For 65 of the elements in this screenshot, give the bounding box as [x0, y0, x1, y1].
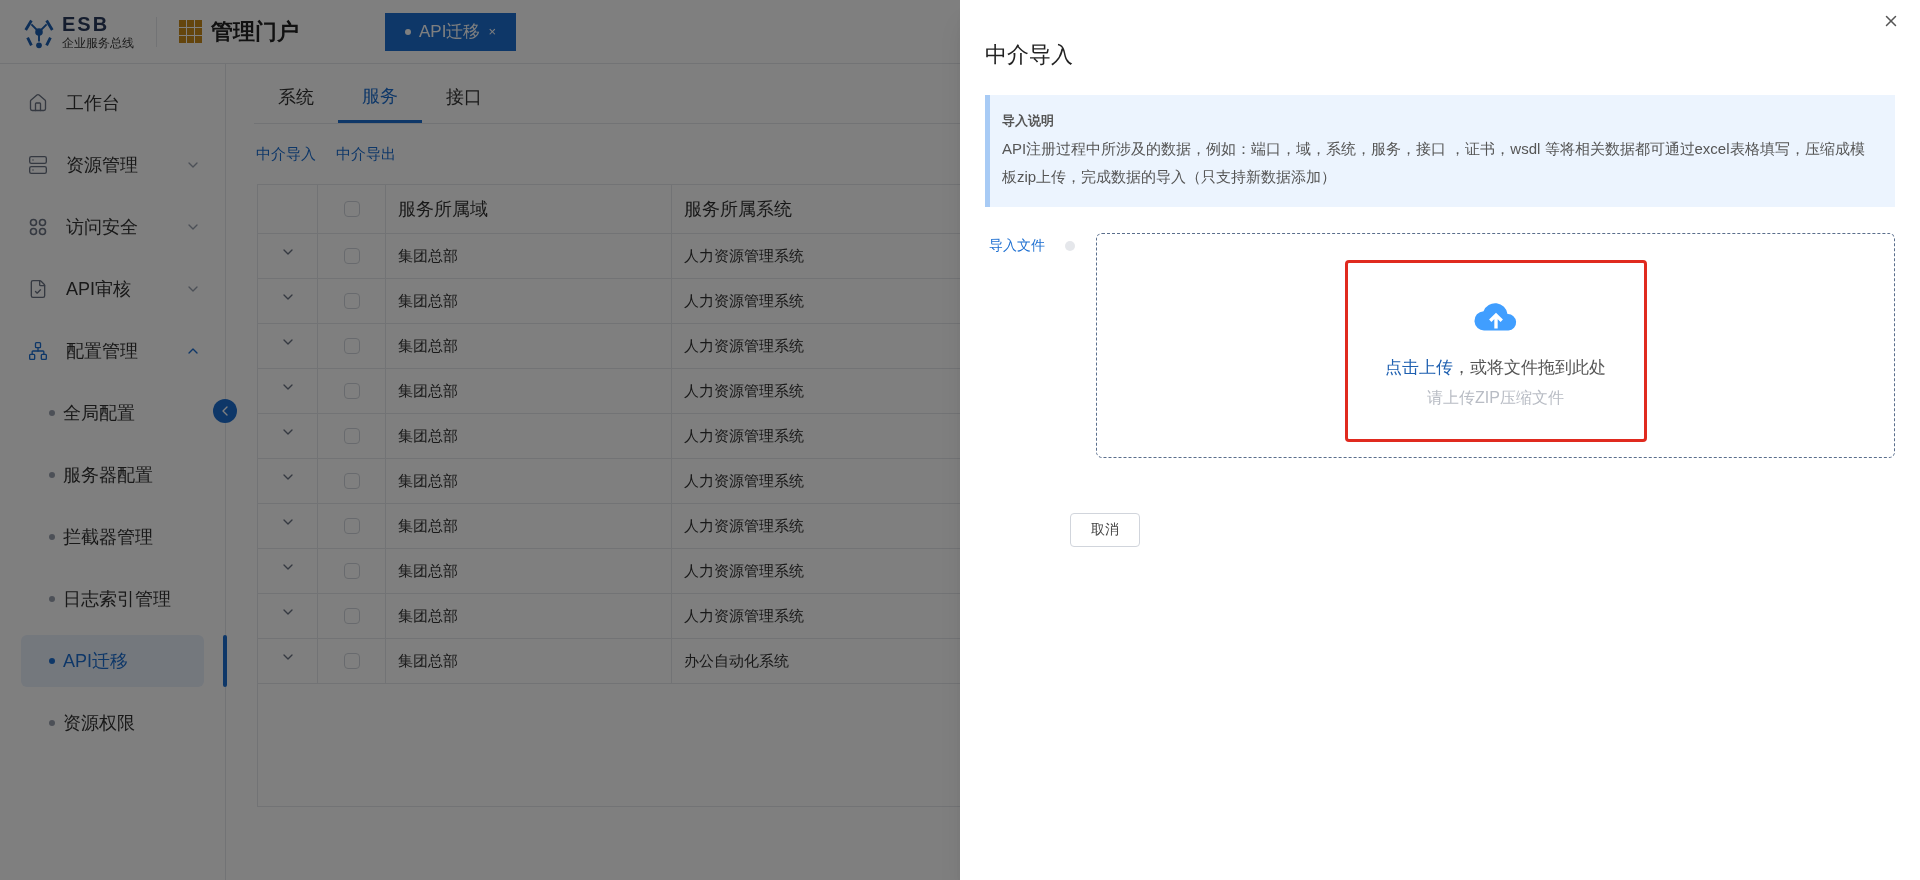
content-tab[interactable]: 系统: [254, 72, 338, 123]
tab-label: API迁移: [419, 20, 481, 43]
column-header: 服务所属系统: [684, 197, 792, 221]
grid-icon: [179, 19, 203, 44]
table-cell-text: 集团总部: [398, 560, 458, 581]
document-check-icon: [28, 279, 48, 299]
table-cell-text: 人力资源管理系统: [684, 290, 804, 311]
table-cell-text: 集团总部: [398, 470, 458, 491]
menu-label: 工作台: [66, 91, 121, 115]
notice-text: API注册过程中所涉及的数据，例如：端口，域，系统，服务，接口 ，证书，wsdl 等将相关数据都可通过excel表格填写，压缩成模板zip上传，完成数据的导入（只支持新数据添加）: [1002, 138, 1866, 187]
table-cell-text: 人力资源管理系统: [684, 380, 804, 401]
drawer-title: 中介导入: [985, 42, 1073, 67]
table-cell-text: 集团总部: [398, 335, 458, 356]
menu-label: API审核: [66, 277, 132, 301]
table-cell-text: 集团总部: [398, 650, 458, 671]
table-cell-text: 人力资源管理系统: [684, 425, 804, 446]
form-label: 导入文件: [988, 235, 1046, 255]
submenu-item[interactable]: 日志索引管理: [21, 573, 204, 625]
submenu-item[interactable]: API迁移: [21, 635, 204, 687]
server-icon: [28, 155, 48, 175]
table-cell-text: 人力资源管理系统: [684, 470, 804, 491]
table-cell-text: 集团总部: [398, 290, 458, 311]
home-icon: [28, 93, 48, 113]
sidebar-item[interactable]: API审核: [0, 258, 225, 320]
menu-label: 访问安全: [66, 215, 139, 239]
table-cell-text: 人力资源管理系统: [684, 605, 804, 626]
action-link[interactable]: 中介导出: [336, 142, 396, 166]
table-cell-text: 集团总部: [398, 380, 458, 401]
table-cell-text: 集团总部: [398, 605, 458, 626]
action-link[interactable]: 中介导入: [256, 142, 316, 166]
sidebar-item[interactable]: 访问安全: [0, 196, 225, 258]
submenu-item[interactable]: 拦截器管理: [21, 511, 204, 563]
table-cell-text: 集团总部: [398, 515, 458, 536]
cancel-button[interactable]: 取消: [1070, 512, 1140, 547]
table-cell-text: 人力资源管理系统: [684, 335, 804, 356]
upload-link[interactable]: 点击上传: [1385, 357, 1453, 377]
submenu-item[interactable]: 全局配置: [21, 387, 204, 439]
sidebar-item[interactable]: 配置管理: [0, 320, 225, 382]
content-tab[interactable]: 服务: [338, 72, 422, 123]
collapse-button[interactable]: [213, 399, 237, 423]
close-tab-button[interactable]: ×: [488, 21, 496, 42]
menu-label: 配置管理: [66, 339, 139, 363]
submenu-item[interactable]: 服务器配置: [21, 449, 204, 501]
sidebar-item[interactable]: 资源管理: [0, 134, 225, 196]
table-cell-text: 人力资源管理系统: [684, 515, 804, 536]
hierarchy-icon: [28, 341, 48, 361]
portal-title: 管理门户: [211, 18, 299, 46]
column-header: 服务所属域: [398, 197, 488, 221]
table-cell-text: 集团总部: [398, 245, 458, 266]
content-tab[interactable]: 接口: [422, 72, 506, 123]
logo-title: ESB: [62, 14, 111, 34]
upload-text: ，或将文件拖到此处: [1453, 357, 1606, 377]
table-cell-text: 人力资源管理系统: [684, 560, 804, 581]
upload-hint: 请上传ZIP压缩文件: [1427, 388, 1564, 408]
table-cell-text: 集团总部: [398, 425, 458, 446]
sidebar-item[interactable]: 工作台: [0, 72, 225, 134]
table-cell-text: 办公自动化系统: [684, 650, 789, 671]
logo-subtitle: 企业服务总线: [62, 37, 134, 49]
upload-dropzone[interactable]: 点击上传，或将文件拖到此处 请上传ZIP压缩文件: [1096, 232, 1895, 458]
page-tab[interactable]: API迁移 ×: [385, 12, 516, 51]
notice-title: 导入说明: [1002, 112, 1055, 130]
menu-label: 资源管理: [66, 153, 139, 177]
grid-icon: [28, 217, 48, 237]
submenu-item[interactable]: 资源权限: [21, 697, 204, 749]
table-cell-text: 人力资源管理系统: [684, 245, 804, 266]
